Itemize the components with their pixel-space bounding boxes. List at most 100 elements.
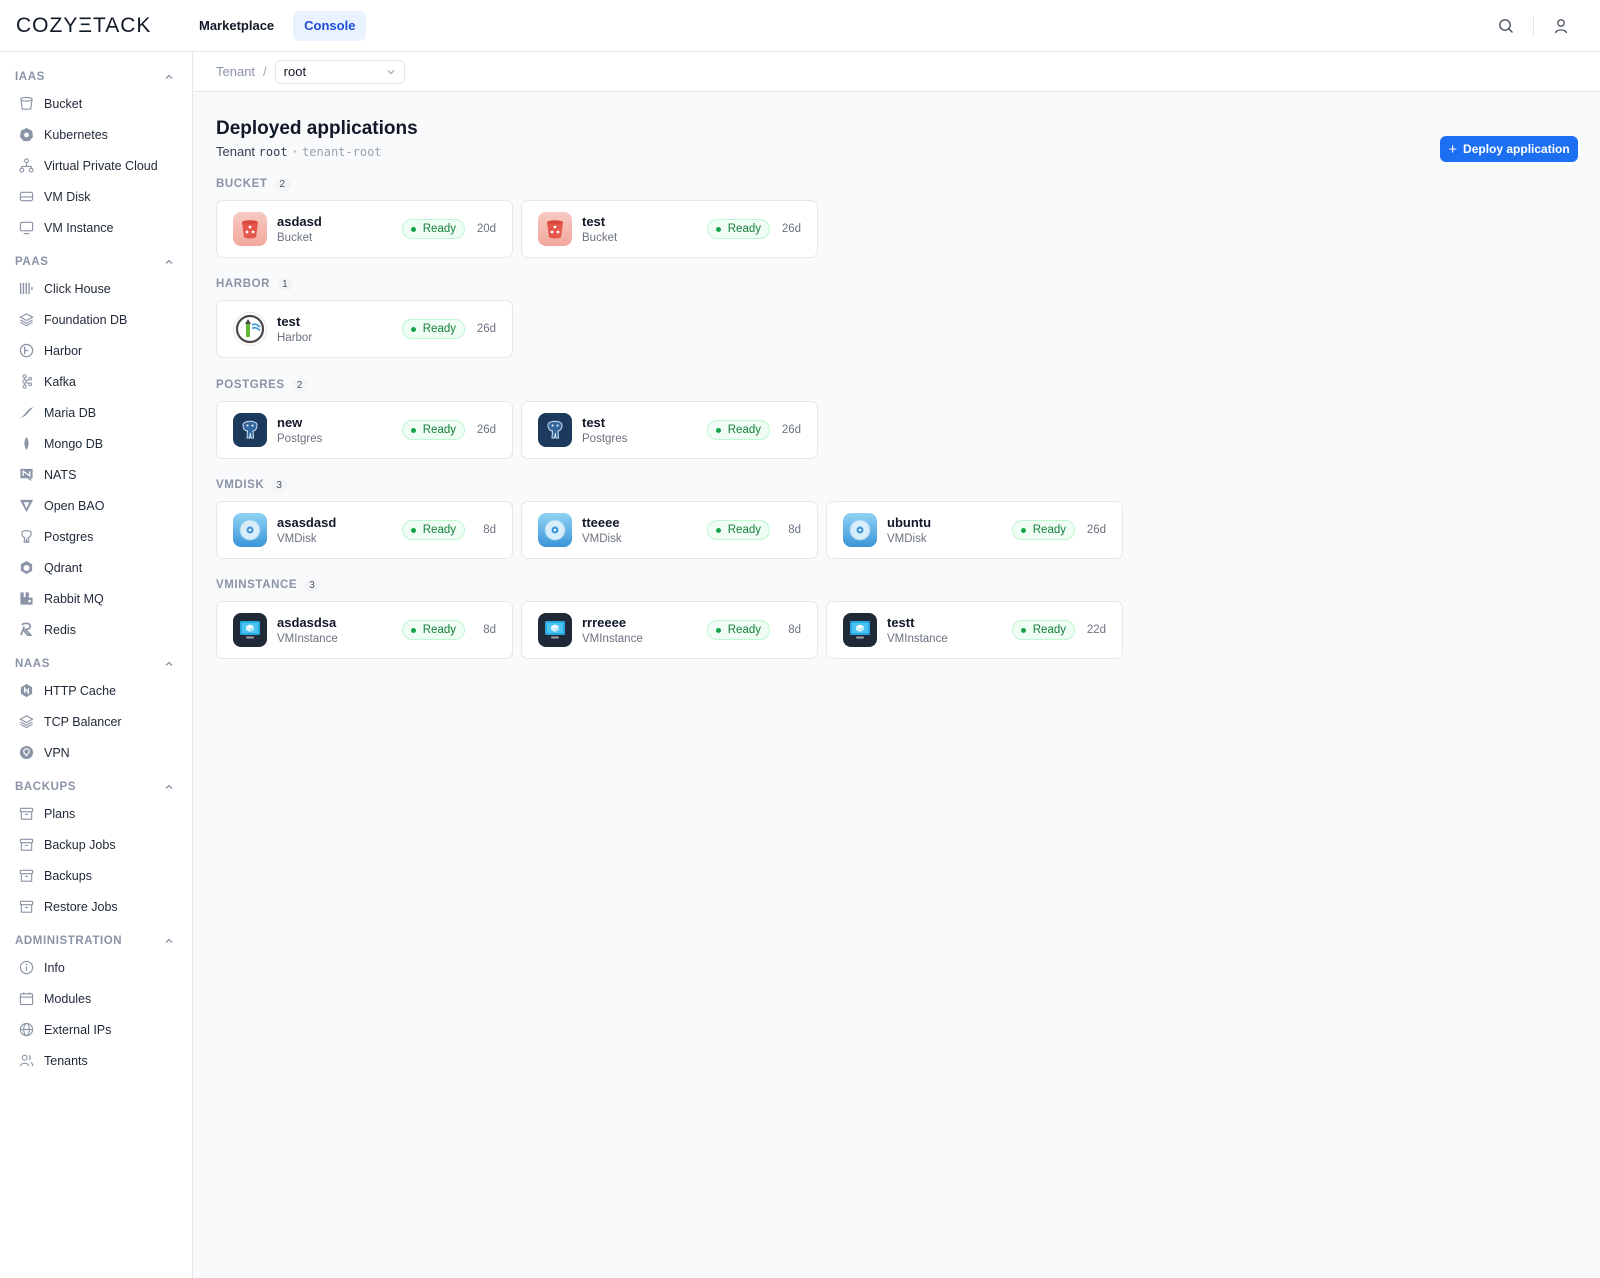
app-card[interactable]: test Postgres Ready 26d — [521, 401, 818, 459]
breadcrumb-tenant[interactable]: Tenant — [216, 64, 255, 79]
cozystack-logo[interactable]: COZYΞTACK — [16, 14, 166, 38]
group-count: 3 — [304, 578, 321, 592]
app-card[interactable]: test Harbor Ready 26d — [216, 300, 513, 358]
sidebar-section-backups[interactable]: BACKUPS — [0, 776, 192, 798]
deploy-application-button[interactable]: + Deploy application — [1440, 136, 1578, 162]
sidebar-item-vm-disk[interactable]: VM Disk — [0, 181, 192, 212]
rabbitmq-icon — [18, 591, 34, 607]
app-card-text: test Harbor — [277, 314, 402, 344]
app-card[interactable]: asdasdsa VMInstance Ready 8d — [216, 601, 513, 659]
sidebar-item-tcp-balancer[interactable]: TCP Balancer — [0, 706, 192, 737]
app-card[interactable]: asasdasd VMDisk Ready 8d — [216, 501, 513, 559]
harbor-icon — [18, 343, 34, 359]
app-type: VMDisk — [277, 533, 317, 545]
sidebar-item-label: Maria DB — [44, 405, 97, 420]
subtitle-prefix: Tenant — [216, 144, 256, 159]
chevron-down-icon — [387, 69, 395, 74]
app-name: testt — [887, 615, 915, 630]
sidebar-item-vm-instance[interactable]: VM Instance — [0, 212, 192, 243]
status-dot-icon — [410, 627, 416, 633]
sidebar-item-maria-db[interactable]: Maria DB — [0, 397, 192, 428]
group-count: 1 — [277, 277, 294, 291]
app-card-list: asdasdsa VMInstance Ready 8d rrreeee VMI… — [216, 601, 1131, 659]
status-dot-icon — [1020, 627, 1026, 633]
sidebar-item-label: Info — [44, 960, 65, 975]
postgres-app-icon — [233, 413, 267, 447]
sidebar-item-modules[interactable]: Modules — [0, 983, 192, 1014]
sidebar-item-restore-jobs[interactable]: Restore Jobs — [0, 891, 192, 922]
harbor-app-icon — [233, 312, 267, 346]
vmdisk-app-icon — [538, 513, 572, 547]
group-title: POSTGRES — [216, 379, 285, 391]
sidebar-item-kubernetes[interactable]: Kubernetes — [0, 119, 192, 150]
sidebar-section-paas[interactable]: PAAS — [0, 251, 192, 273]
sidebar-item-nats[interactable]: NATS — [0, 459, 192, 490]
sidebar-item-open-bao[interactable]: Open BAO — [0, 490, 192, 521]
calendar-icon — [18, 991, 34, 1007]
sidebar-item-vpn[interactable]: VPN — [0, 737, 192, 768]
tab-console[interactable]: Console — [293, 10, 367, 41]
sidebar-item-harbor[interactable]: Harbor — [0, 335, 192, 366]
status-badge: Ready — [401, 620, 465, 640]
app-card[interactable]: testt VMInstance Ready 22d — [826, 601, 1123, 659]
sidebar-item-redis[interactable]: Redis — [0, 614, 192, 645]
sidebar-item-rabbit-mq[interactable]: Rabbit MQ — [0, 583, 192, 614]
chevron-up-icon — [164, 936, 174, 946]
sidebar-item-tenants[interactable]: Tenants — [0, 1045, 192, 1076]
group-header: BUCKET 2 — [216, 176, 826, 192]
sidebar-item-label: External IPs — [44, 1022, 112, 1037]
sidebar-item-label: Rabbit MQ — [44, 591, 104, 606]
sidebar-item-info[interactable]: Info — [0, 952, 192, 983]
status-dot-icon — [715, 427, 721, 433]
sidebar-item-mongo-db[interactable]: Mongo DB — [0, 428, 192, 459]
sidebar-item-backup-jobs[interactable]: Backup Jobs — [0, 829, 192, 860]
sidebar-section-administration[interactable]: ADMINISTRATION — [0, 930, 192, 952]
tab-marketplace[interactable]: Marketplace — [188, 11, 285, 41]
sidebar-section-title: BACKUPS — [15, 781, 77, 793]
status-badge: Ready — [401, 420, 465, 440]
sidebar-item-postgres[interactable]: Postgres — [0, 521, 192, 552]
app-card-text: ubuntu VMDisk — [887, 515, 1012, 545]
app-card-list: asdasd Bucket Ready 20d test Bucket Read… — [216, 200, 826, 258]
tenant-select[interactable]: root — [274, 59, 405, 84]
status-dot-icon — [715, 226, 721, 232]
app-age: 8d — [788, 624, 801, 636]
sidebar-item-label: Kubernetes — [44, 127, 108, 142]
mongodb-icon — [18, 436, 34, 452]
sidebar-item-label: VM Disk — [44, 189, 91, 204]
sidebar-item-label: Backups — [44, 868, 92, 883]
sidebar-item-plans[interactable]: Plans — [0, 798, 192, 829]
group-title: VMINSTANCE — [216, 579, 298, 591]
sidebar-section-iaas[interactable]: IAAS — [0, 66, 192, 88]
sidebar-item-label: Modules — [44, 991, 92, 1006]
app-card[interactable]: ubuntu VMDisk Ready 26d — [826, 501, 1123, 559]
sidebar-item-external-ips[interactable]: External IPs — [0, 1014, 192, 1045]
app-type: Bucket — [277, 232, 313, 244]
status-label: Ready — [727, 223, 761, 235]
user-icon[interactable] — [1552, 17, 1570, 35]
kafka-icon — [18, 374, 34, 390]
app-card[interactable]: tteeee VMDisk Ready 8d — [521, 501, 818, 559]
sidebar-item-http-cache[interactable]: HTTP Cache — [0, 675, 192, 706]
sidebar-section-title: ADMINISTRATION — [15, 935, 123, 947]
chevron-up-icon — [164, 659, 174, 669]
app-card[interactable]: test Bucket Ready 26d — [521, 200, 818, 258]
app-card[interactable]: rrreeee VMInstance Ready 8d — [521, 601, 818, 659]
monitor-icon — [18, 220, 34, 236]
status-label: Ready — [727, 424, 761, 436]
sidebar-item-label: Harbor — [44, 343, 83, 358]
sidebar-item-click-house[interactable]: Click House — [0, 273, 192, 304]
app-age: 26d — [476, 424, 496, 436]
group-header: HARBOR 1 — [216, 276, 521, 292]
sidebar-item-foundation-db[interactable]: Foundation DB — [0, 304, 192, 335]
sidebar-item-kafka[interactable]: Kafka — [0, 366, 192, 397]
app-card[interactable]: asdasd Bucket Ready 20d — [216, 200, 513, 258]
sidebar-item-qdrant[interactable]: Qdrant — [0, 552, 192, 583]
sidebar-item-backups[interactable]: Backups — [0, 860, 192, 891]
app-card[interactable]: new Postgres Ready 26d — [216, 401, 513, 459]
sidebar-item-virtual-private-cloud[interactable]: Virtual Private Cloud — [0, 150, 192, 181]
sidebar-section-naas[interactable]: NAAS — [0, 653, 192, 675]
sidebar-item-bucket[interactable]: Bucket — [0, 88, 192, 119]
search-icon[interactable] — [1497, 17, 1515, 35]
sidebar-item-label: Mongo DB — [44, 436, 104, 451]
